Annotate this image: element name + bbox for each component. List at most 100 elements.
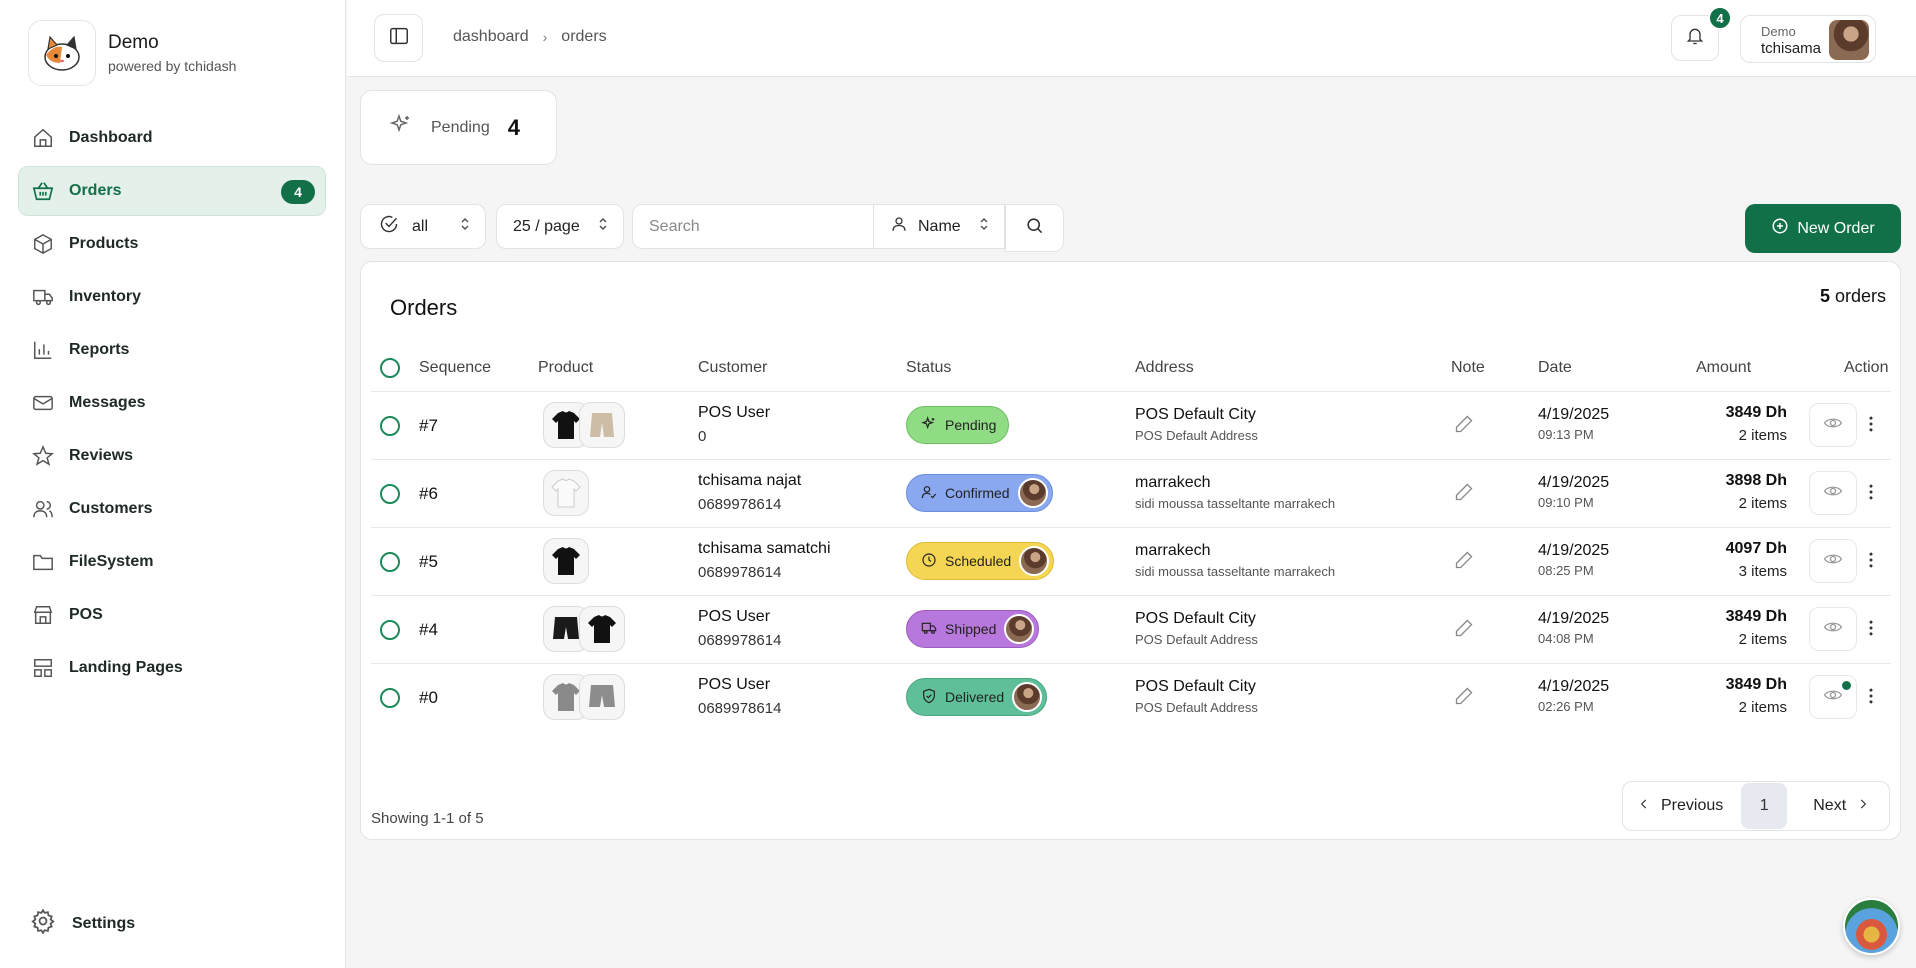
search-button[interactable] [1005, 204, 1064, 252]
orders-count-label: orders [1834, 286, 1886, 306]
more-vertical-icon[interactable] [1861, 414, 1881, 439]
select-all-radio[interactable] [380, 358, 400, 378]
sidebar-toggle-button[interactable] [374, 14, 423, 62]
truck-icon [31, 285, 55, 309]
more-vertical-icon[interactable] [1861, 482, 1881, 507]
sidebar-item-reviews[interactable]: Reviews [18, 431, 326, 481]
order-items: 2 items [1738, 699, 1787, 716]
sidebar-item-label: Reviews [69, 447, 134, 464]
search-input[interactable] [632, 204, 873, 249]
table-row[interactable]: #0 POS User 0689978614 Delivered POS Def… [371, 664, 1891, 732]
more-vertical-icon[interactable] [1861, 686, 1881, 711]
status-badge[interactable]: Delivered [906, 678, 1048, 716]
view-order-button[interactable] [1809, 403, 1857, 447]
sidebar-item-customers[interactable]: Customers [18, 484, 326, 534]
customer-cell: POS User 0689978614 [698, 608, 781, 649]
address-line: POS Default Address [1135, 700, 1258, 715]
status-filter-select[interactable]: all [360, 204, 486, 249]
status-badge[interactable]: Shipped [906, 610, 1040, 648]
status-badge[interactable]: Scheduled [906, 542, 1055, 580]
search-group: Name [632, 204, 1064, 252]
users-icon [31, 497, 55, 521]
pending-stat-card[interactable]: Pending 4 [360, 90, 557, 165]
product-thumb [579, 674, 625, 720]
user-name: tchisama [1761, 40, 1822, 57]
row-select-radio[interactable] [380, 688, 400, 708]
order-sequence: #6 [419, 484, 438, 503]
col-address: Address [1135, 359, 1194, 376]
table-row[interactable]: #5 tchisama samatchi 0689978614 Schedule… [371, 528, 1891, 596]
orders-count-badge: 4 [281, 180, 315, 204]
product-thumb [543, 538, 589, 584]
order-amount: 3849 Dh [1725, 608, 1787, 625]
view-order-button[interactable] [1809, 607, 1857, 651]
pencil-icon[interactable] [1454, 686, 1474, 711]
date-cell: 4/19/2025 09:13 PM [1538, 406, 1609, 442]
previous-page-button[interactable]: Previous [1637, 797, 1723, 816]
avatar [1012, 682, 1043, 712]
status-badge[interactable]: Confirmed [906, 474, 1053, 512]
more-vertical-icon[interactable] [1861, 618, 1881, 643]
sidebar-item-dashboard[interactable]: Dashboard [18, 113, 326, 163]
sidebar-item-messages[interactable]: Messages [18, 378, 326, 428]
search-field-select[interactable]: Name [873, 204, 1005, 249]
sidebar-item-label: Landing Pages [69, 659, 183, 676]
row-select-radio[interactable] [380, 620, 400, 640]
breadcrumb-orders[interactable]: orders [561, 28, 606, 46]
page-size-select[interactable]: 25 / page [496, 204, 624, 249]
sidebar-item-orders[interactable]: Orders 4 [18, 166, 326, 216]
sidebar-item-reports[interactable]: Reports [18, 325, 326, 375]
brand-subtitle: powered by tchidash [108, 58, 237, 74]
sidebar-item-inventory[interactable]: Inventory [18, 272, 326, 322]
product-thumbnails [543, 470, 589, 516]
page-size-value: 25 / page [513, 217, 580, 235]
col-status: Status [906, 359, 952, 376]
next-page-button[interactable]: Next [1813, 797, 1870, 816]
table-row[interactable]: #6 tchisama najat 0689978614 Confirmed m… [371, 460, 1891, 528]
breadcrumb-dashboard[interactable]: dashboard [453, 28, 529, 46]
product-thumb [543, 470, 589, 516]
address-line: sidi moussa tasseltante marrakech [1135, 564, 1336, 579]
row-select-radio[interactable] [380, 552, 400, 572]
sidebar-item-pos[interactable]: POS [18, 590, 326, 640]
page-button-1[interactable]: 1 [1741, 783, 1788, 829]
customer-cell: tchisama samatchi 0689978614 [698, 540, 831, 581]
order-date: 4/19/2025 [1538, 406, 1610, 423]
address-cell: marrakech sidi moussa tasseltante marrak… [1135, 542, 1335, 579]
status-label: Shipped [945, 621, 997, 637]
eye-icon [1823, 413, 1843, 438]
order-items: 2 items [1738, 427, 1787, 444]
address-cell: POS Default City POS Default Address [1135, 610, 1258, 647]
view-order-button[interactable] [1809, 471, 1857, 515]
row-select-radio[interactable] [380, 416, 400, 436]
view-order-button[interactable] [1809, 675, 1857, 719]
row-select-radio[interactable] [380, 484, 400, 504]
sidebar-item-label: Reports [69, 341, 130, 358]
status-badge[interactable]: Pending [906, 406, 1010, 444]
address-city: POS Default City [1135, 406, 1256, 423]
sidebar-item-landing-pages[interactable]: Landing Pages [18, 643, 326, 693]
order-time: 08:25 PM [1538, 563, 1594, 578]
address-line: POS Default Address [1135, 428, 1258, 443]
sidebar-item-label: Inventory [69, 288, 142, 305]
floating-assistant-button[interactable] [1843, 898, 1900, 955]
sidebar-item-filesystem[interactable]: FileSystem [18, 537, 326, 587]
view-order-button[interactable] [1809, 539, 1857, 583]
pencil-icon[interactable] [1454, 482, 1474, 507]
pencil-icon[interactable] [1454, 618, 1474, 643]
amount-cell: 4097 Dh 3 items [1681, 540, 1787, 580]
more-vertical-icon[interactable] [1861, 550, 1881, 575]
table-row[interactable]: #7 POS User 0 Pending POS Default City P… [371, 392, 1891, 460]
brand[interactable]: Demo powered by tchidash [28, 20, 236, 86]
settings-label: Settings [72, 914, 136, 932]
user-menu-button[interactable]: Demo tchisama [1740, 15, 1876, 63]
table-row[interactable]: #4 POS User 0689978614 Shipped POS Defau… [371, 596, 1891, 664]
eye-icon [1823, 549, 1843, 574]
sidebar-item-products[interactable]: Products [18, 219, 326, 269]
sidebar-item-label: Customers [69, 500, 153, 517]
stat-value: 4 [507, 114, 520, 140]
pencil-icon[interactable] [1454, 414, 1474, 439]
new-order-button[interactable]: New Order [1745, 204, 1901, 253]
sidebar-item-settings[interactable]: Settings [30, 908, 135, 939]
pencil-icon[interactable] [1454, 550, 1474, 575]
